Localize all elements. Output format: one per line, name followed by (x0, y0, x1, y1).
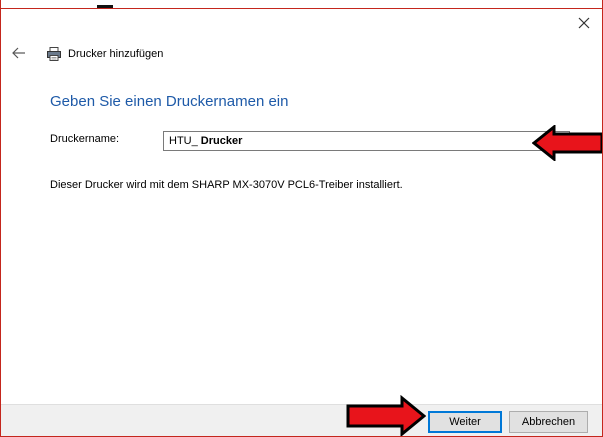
printer-name-label: Druckername: (50, 133, 120, 145)
annotation-arrow-next (346, 395, 426, 436)
title-bar: Drucker hinzufügen (46, 44, 163, 64)
printer-name-suffix: Drucker (200, 135, 243, 147)
close-icon (578, 17, 590, 29)
add-printer-dialog: Drucker hinzufügen Geben Sie einen Druck… (0, 0, 603, 437)
window-title: Drucker hinzufügen (68, 48, 164, 60)
close-button[interactable] (576, 15, 592, 31)
annotation-arrow-input (532, 125, 602, 161)
dialog-footer: Weiter Abbrechen (1, 404, 602, 436)
next-button[interactable]: Weiter (428, 411, 502, 433)
cancel-button[interactable]: Abbrechen (509, 411, 588, 433)
driver-info-text: Dieser Drucker wird mit dem SHARP MX-307… (50, 179, 403, 191)
clipped-glyph (97, 0, 113, 8)
printer-name-prefix: HTU_ (169, 135, 198, 147)
top-clipped-edge (1, 0, 602, 9)
printer-name-input[interactable]: HTU_ Drucker (163, 131, 570, 151)
page-heading: Geben Sie einen Druckernamen ein (50, 93, 289, 110)
back-button[interactable] (11, 46, 27, 60)
back-arrow-icon (12, 47, 25, 59)
printer-icon (47, 47, 61, 61)
